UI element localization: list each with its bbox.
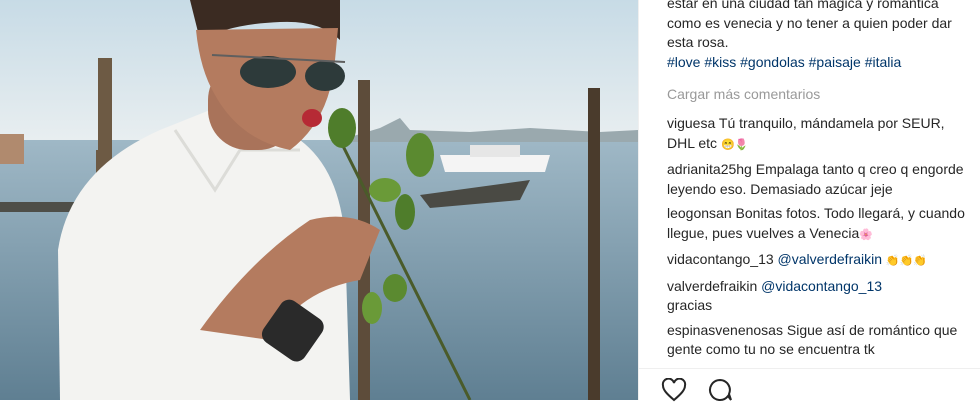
post-caption: estar en una ciudad tan mágica y romanti…: [667, 0, 967, 72]
heart-icon[interactable]: [661, 378, 687, 402]
comment-username[interactable]: viguesa: [667, 115, 715, 131]
caption-hashtags[interactable]: #love #kiss #gondolas #paisaje #italia: [667, 54, 901, 70]
comment-username[interactable]: adrianita25hg: [667, 161, 752, 177]
comment-mention[interactable]: @vidacontango_13: [761, 278, 882, 294]
comment-mention[interactable]: @valverdefraikin: [778, 251, 882, 267]
comment-list: viguesa Tú tranquilo, mándamela por SEUR…: [667, 114, 967, 365]
comment: viguesa Tú tranquilo, mándamela por SEUR…: [667, 114, 967, 155]
comment: espinasvenenosas Sigue así de romántico …: [667, 321, 967, 360]
speech-bubble-icon[interactable]: [707, 378, 733, 402]
comment-emoji: 🌸: [859, 228, 873, 241]
comment-username[interactable]: vidacontango_13: [667, 251, 774, 267]
comment-emoji: 😁🌷: [720, 138, 749, 151]
comment: vidacontango_13 @valverdefraikin 👏👏👏: [667, 250, 967, 272]
comments-panel: estar en una ciudad tan mágica y romanti…: [638, 0, 980, 402]
post-actions: [661, 378, 733, 402]
post-photo[interactable]: [0, 0, 638, 400]
actions-divider: [639, 368, 980, 369]
venice-photo-illustration: [0, 0, 638, 400]
comment-username[interactable]: espinasvenenosas: [667, 322, 783, 338]
comment-username[interactable]: leogonsan: [667, 205, 732, 221]
comment-username[interactable]: valverdefraikin: [667, 278, 757, 294]
comment-text: gracias: [667, 297, 713, 313]
load-more-comments-link[interactable]: Cargar más comentarios: [667, 86, 820, 102]
comment: adrianita25hg Empalaga tanto q creo q en…: [667, 160, 967, 199]
comment-emoji: 👏👏👏: [885, 255, 928, 267]
caption-text: estar en una ciudad tan mágica y romanti…: [667, 0, 952, 50]
comment: valverdefraikin @vidacontango_13 gracias: [667, 277, 967, 316]
comment: leogonsan Bonitas fotos. Todo llegará, y…: [667, 204, 967, 245]
